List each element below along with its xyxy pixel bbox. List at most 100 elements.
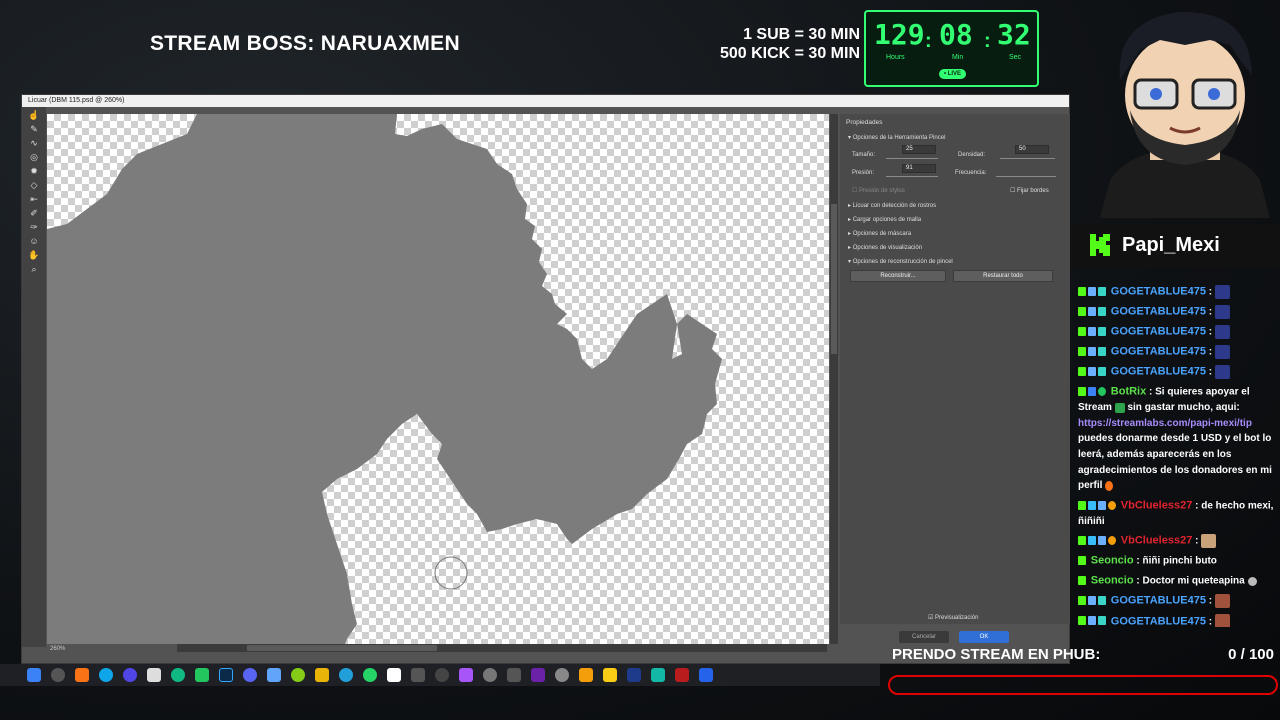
chat-username[interactable]: BotRix — [1111, 386, 1146, 398]
section-load-mesh[interactable]: ▸ Cargar opciones de malla — [848, 216, 921, 223]
app-icon[interactable] — [123, 668, 137, 682]
app-icon[interactable] — [699, 668, 713, 682]
emote-icon — [1214, 324, 1230, 339]
pressure-input[interactable]: 91 — [902, 164, 936, 173]
size-input[interactable]: 25 — [902, 145, 936, 154]
chat-username[interactable]: GOGETABLUE475 — [1111, 615, 1206, 627]
push-left-tool-icon[interactable]: ⇤ — [28, 193, 40, 205]
restore-all-button[interactable]: Restaurar todo — [953, 270, 1053, 282]
reconstruct-tool-icon[interactable]: ✎ — [28, 123, 40, 135]
density-label: Densidad: — [958, 152, 986, 158]
app-icon[interactable] — [579, 668, 593, 682]
scroll-thumb[interactable] — [247, 645, 437, 651]
chat-username[interactable]: VbClueless27 — [1121, 535, 1193, 547]
app-icon[interactable] — [507, 668, 521, 682]
app-icon[interactable] — [147, 668, 161, 682]
chat-username[interactable]: GOGETABLUE475 — [1111, 366, 1206, 378]
density-input[interactable]: 50 — [1015, 145, 1049, 154]
kick-badge-icon — [1078, 286, 1086, 296]
stylus-pressure-checkbox[interactable]: ☐ Presión de stylus — [852, 187, 905, 194]
chat-message: GOGETABLUE475 : — [1072, 342, 1278, 362]
app-icon[interactable] — [195, 668, 209, 682]
whatsapp-icon[interactable] — [363, 668, 377, 682]
scroll-thumb[interactable] — [831, 204, 837, 354]
streamer-name-bar: Papi_Mexi — [1062, 224, 1280, 268]
section-brush-options[interactable]: ▾ Opciones de la Herramienta Pincel — [848, 134, 945, 141]
app-icon[interactable] — [603, 668, 617, 682]
vertical-scrollbar[interactable] — [830, 114, 838, 644]
gift-badge-icon — [1098, 616, 1106, 626]
chat-username[interactable]: VbClueless27 — [1121, 499, 1193, 511]
app-icon[interactable] — [171, 668, 185, 682]
freeze-mask-tool-icon[interactable]: ✐ — [28, 207, 40, 219]
chat-username[interactable]: GOGETABLUE475 — [1111, 305, 1206, 317]
chat-username[interactable]: GOGETABLUE475 — [1111, 595, 1206, 607]
app-icon[interactable] — [411, 668, 425, 682]
twirl-tool-icon[interactable]: ◎ — [28, 151, 40, 163]
section-label: Cargar opciones de malla — [852, 217, 922, 223]
forward-warp-tool-icon[interactable]: ☝ — [28, 109, 40, 121]
smooth-tool-icon[interactable]: ∿ — [28, 137, 40, 149]
telegram-icon[interactable] — [339, 668, 353, 682]
zoom-level[interactable]: 260% — [50, 645, 110, 654]
pin-edges-checkbox[interactable]: ☐ Fijar bordes — [1010, 187, 1049, 194]
horizontal-scrollbar[interactable] — [177, 644, 827, 652]
zoom-tool-icon[interactable]: ⌕ — [28, 263, 40, 275]
app-icon[interactable] — [435, 668, 449, 682]
app-icon[interactable] — [483, 668, 497, 682]
timer-minutes: 08 — [939, 18, 973, 51]
section-face-aware[interactable]: ▸ Licuar con detección de rostros — [848, 202, 936, 209]
thaw-mask-tool-icon[interactable]: ✑ — [28, 221, 40, 233]
app-icon[interactable] — [459, 668, 473, 682]
windows-start-icon[interactable] — [27, 668, 41, 682]
app-icon[interactable] — [387, 668, 401, 682]
brave-icon[interactable] — [75, 668, 89, 682]
chat-username[interactable]: GOGETABLUE475 — [1111, 285, 1206, 297]
chat-username[interactable]: Seoncio — [1091, 575, 1134, 587]
section-view-options[interactable]: ▸ Opciones de visualización — [848, 244, 922, 251]
chat-separator: : — [1205, 615, 1213, 627]
chat-badges — [1078, 364, 1108, 380]
liquify-canvas[interactable] — [47, 114, 829, 644]
app-icon[interactable] — [675, 668, 689, 682]
kick-badge-icon — [1078, 500, 1086, 510]
density-slider[interactable] — [1000, 158, 1055, 159]
face-tool-icon[interactable]: ☺ — [28, 235, 40, 247]
photoshop-icon[interactable] — [219, 668, 233, 682]
kick-badge-icon — [1078, 346, 1086, 356]
pressure-slider[interactable] — [886, 176, 938, 177]
discord-icon[interactable] — [243, 668, 257, 682]
pucker-tool-icon[interactable]: ✹ — [28, 165, 40, 177]
section-brush-reconstruct[interactable]: ▾ Opciones de reconstrucción de pincel — [848, 258, 953, 265]
reconstruct-button[interactable]: Reconstruir... — [850, 270, 946, 282]
chat-username[interactable]: Seoncio — [1091, 555, 1134, 567]
chat-username[interactable]: GOGETABLUE475 — [1111, 326, 1206, 338]
frequency-slider[interactable] — [996, 176, 1056, 177]
section-label: Opciones de reconstrucción de pincel — [852, 259, 953, 265]
timer-colon: : — [984, 30, 991, 52]
edge-icon[interactable] — [99, 668, 113, 682]
size-slider[interactable] — [886, 158, 938, 159]
app-icon[interactable] — [291, 668, 305, 682]
chat-message: GOGETABLUE475 : — [1072, 282, 1278, 302]
chat-badges — [1078, 384, 1108, 400]
chat-username[interactable]: GOGETABLUE475 — [1111, 346, 1206, 358]
gift-badge-icon — [1098, 366, 1106, 376]
app-icon[interactable] — [627, 668, 641, 682]
app-icon[interactable] — [531, 668, 545, 682]
search-icon[interactable] — [51, 668, 65, 682]
bloat-tool-icon[interactable]: ◇ — [28, 179, 40, 191]
file-explorer-icon[interactable] — [315, 668, 329, 682]
kick-logo-icon — [1090, 234, 1110, 256]
chat-separator: : — [1146, 386, 1153, 398]
preview-checkbox[interactable]: ☑ Previsualización — [928, 614, 978, 621]
section-mask-options[interactable]: ▸ Opciones de máscara — [848, 230, 911, 237]
hand-tool-icon[interactable]: ✋ — [28, 249, 40, 261]
app-icon[interactable] — [555, 668, 569, 682]
chat-badges — [1078, 344, 1108, 360]
chat-link[interactable]: https://streamlabs.com/papi-mexi/tip — [1078, 418, 1252, 429]
goal-text: PRENDO STREAM EN PHUB: — [892, 646, 1101, 663]
app-icon[interactable] — [267, 668, 281, 682]
chat-badges — [1078, 533, 1118, 549]
app-icon[interactable] — [651, 668, 665, 682]
